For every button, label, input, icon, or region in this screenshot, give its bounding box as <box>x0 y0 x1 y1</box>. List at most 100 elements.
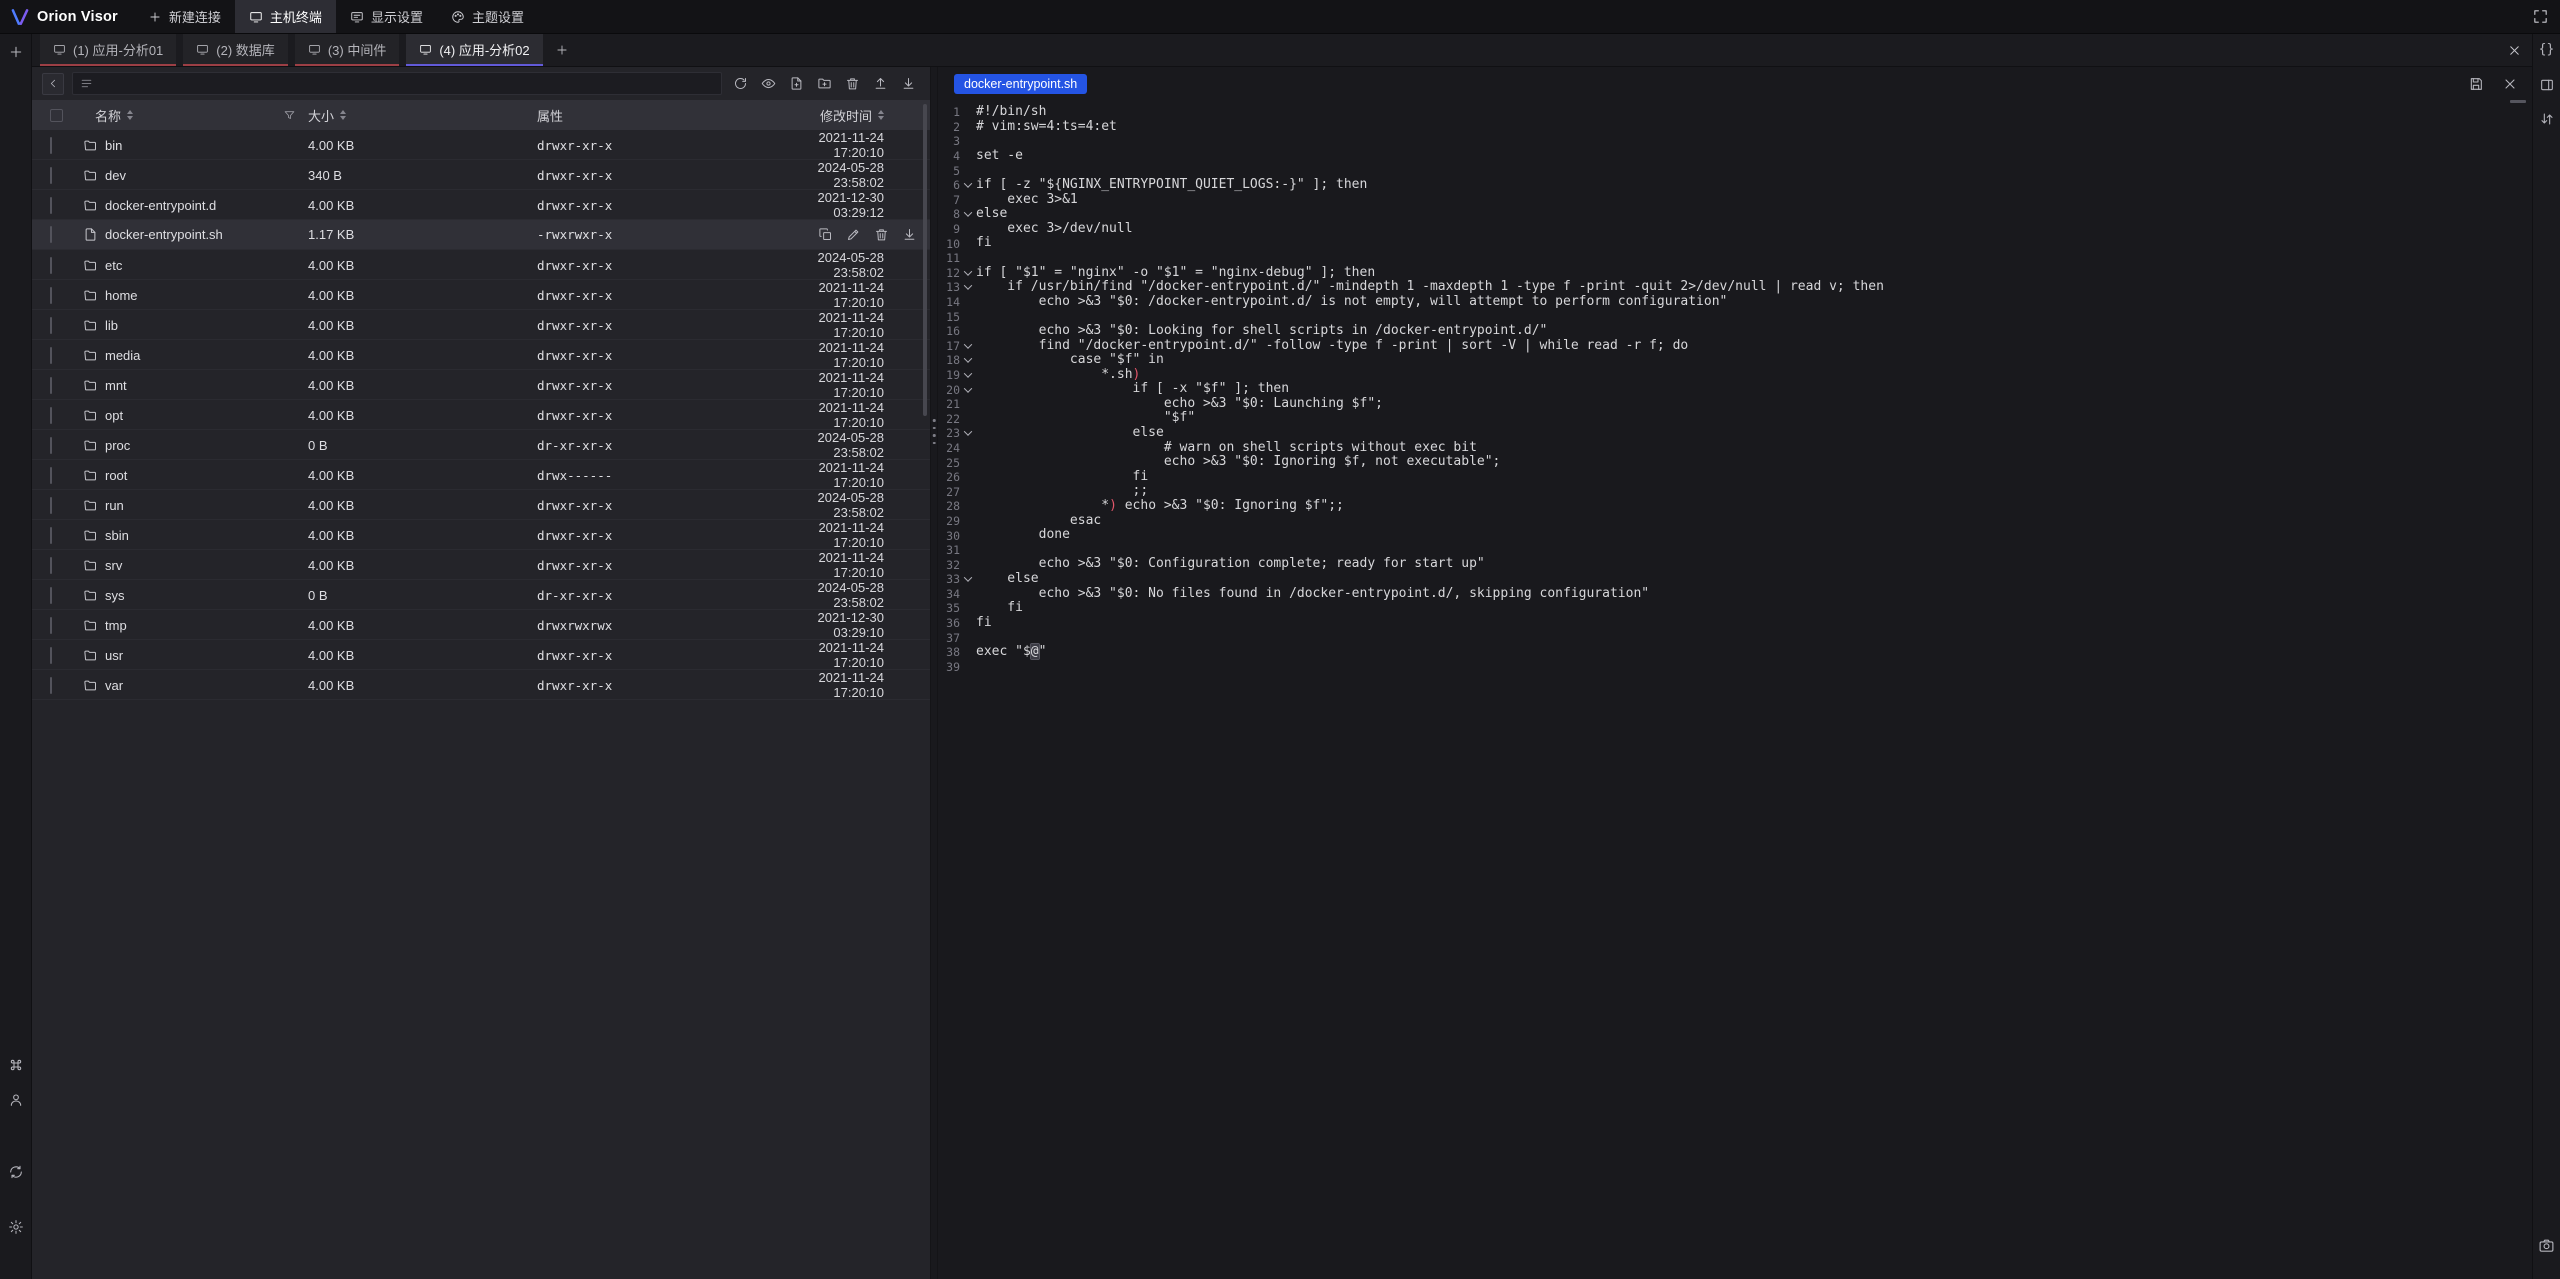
new-terminal-plus-icon[interactable] <box>7 43 25 61</box>
fold-chevron-icon[interactable] <box>960 430 976 436</box>
sort-icon[interactable] <box>340 110 346 120</box>
file-name[interactable]: root <box>105 468 127 483</box>
file-name[interactable]: proc <box>105 438 130 453</box>
table-row[interactable]: sys 0 B dr-xr-xr-x 2024-05-28 23:58:02 <box>32 580 930 610</box>
refresh-icon[interactable] <box>730 74 750 94</box>
file-name[interactable]: bin <box>105 138 122 153</box>
back-button[interactable] <box>42 73 64 95</box>
download-icon[interactable] <box>898 74 918 94</box>
table-row[interactable]: tmp 4.00 KB drwxrwxrwx 2021-12-30 03:29:… <box>32 610 930 640</box>
screenshot-camera-icon[interactable] <box>2538 1236 2556 1254</box>
row-checkbox[interactable] <box>50 167 52 184</box>
row-checkbox[interactable] <box>50 527 52 544</box>
tab-terminal-3[interactable]: (3) 中间件 <box>295 34 400 66</box>
fullscreen-icon[interactable] <box>2532 8 2549 25</box>
file-name[interactable]: sys <box>105 588 125 603</box>
new-folder-icon[interactable] <box>814 74 834 94</box>
file-name[interactable]: media <box>105 348 140 363</box>
table-row[interactable]: etc 4.00 KB drwxr-xr-x 2024-05-28 23:58:… <box>32 250 930 280</box>
panel-layout-icon[interactable] <box>2538 76 2556 94</box>
row-checkbox[interactable] <box>50 317 52 334</box>
table-row[interactable]: var 4.00 KB drwxr-xr-x 2021-11-24 17:20:… <box>32 670 930 700</box>
file-name[interactable]: home <box>105 288 138 303</box>
tab-terminal-1[interactable]: (1) 应用-分析01 <box>40 34 176 66</box>
table-row[interactable]: dev 340 B drwxr-xr-x 2024-05-28 23:58:02 <box>32 160 930 190</box>
row-checkbox[interactable] <box>50 226 52 243</box>
row-checkbox[interactable] <box>50 647 52 664</box>
file-name[interactable]: opt <box>105 408 123 423</box>
fold-chevron-icon[interactable] <box>960 372 976 378</box>
fold-chevron-icon[interactable] <box>960 270 976 276</box>
row-checkbox[interactable] <box>50 467 52 484</box>
file-name[interactable]: dev <box>105 168 126 183</box>
row-checkbox[interactable] <box>50 617 52 634</box>
row-checkbox[interactable] <box>50 347 52 364</box>
save-icon[interactable] <box>2467 75 2485 93</box>
row-checkbox[interactable] <box>50 287 52 304</box>
row-checkbox[interactable] <box>50 677 52 694</box>
row-checkbox[interactable] <box>50 377 52 394</box>
command-icon[interactable] <box>7 1056 25 1074</box>
copy-path-icon[interactable] <box>817 227 833 243</box>
edit-pencil-icon[interactable] <box>845 227 861 243</box>
file-name[interactable]: run <box>105 498 124 513</box>
nav-new-connection[interactable]: 新建连接 <box>134 0 235 33</box>
settings-gear-icon[interactable] <box>7 1218 25 1236</box>
table-row[interactable]: docker-entrypoint.sh 1.17 KB -rwxrwxr-x <box>32 220 930 250</box>
open-file-tag[interactable]: docker-entrypoint.sh <box>954 74 1087 94</box>
file-name[interactable]: docker-entrypoint.d <box>105 198 216 213</box>
column-header-size[interactable]: 大小 <box>308 106 334 125</box>
sort-icon[interactable] <box>878 110 884 120</box>
user-icon[interactable] <box>7 1091 25 1109</box>
file-list-scrollbar[interactable] <box>923 104 927 416</box>
row-checkbox[interactable] <box>50 197 52 214</box>
table-row[interactable]: bin 4.00 KB drwxr-xr-x 2021-11-24 17:20:… <box>32 130 930 160</box>
tab-terminal-4[interactable]: (4) 应用-分析02 <box>406 34 542 66</box>
braces-icon[interactable]: {} <box>2538 40 2556 58</box>
row-checkbox[interactable] <box>50 437 52 454</box>
table-row[interactable]: usr 4.00 KB drwxr-xr-x 2021-11-24 17:20:… <box>32 640 930 670</box>
file-name[interactable]: etc <box>105 258 122 273</box>
table-row[interactable]: home 4.00 KB drwxr-xr-x 2021-11-24 17:20… <box>32 280 930 310</box>
row-checkbox[interactable] <box>50 497 52 514</box>
table-row[interactable]: run 4.00 KB drwxr-xr-x 2024-05-28 23:58:… <box>32 490 930 520</box>
fold-chevron-icon[interactable] <box>960 576 976 582</box>
select-all-checkbox[interactable] <box>50 109 63 122</box>
file-name[interactable]: usr <box>105 648 123 663</box>
file-name[interactable]: sbin <box>105 528 129 543</box>
fold-chevron-icon[interactable] <box>960 211 976 217</box>
filter-funnel-icon[interactable] <box>283 109 296 122</box>
tab-terminal-2[interactable]: (2) 数据库 <box>183 34 288 66</box>
editor-scrollbar-thumb[interactable] <box>2510 100 2526 103</box>
row-checkbox[interactable] <box>50 137 52 154</box>
row-checkbox[interactable] <box>50 587 52 604</box>
fold-chevron-icon[interactable] <box>960 284 976 290</box>
table-row[interactable]: sbin 4.00 KB drwxr-xr-x 2021-11-24 17:20… <box>32 520 930 550</box>
close-panel-icon[interactable] <box>2507 34 2522 67</box>
path-input[interactable] <box>99 77 714 91</box>
new-file-icon[interactable] <box>786 74 806 94</box>
new-tab-plus-icon[interactable] <box>550 38 574 62</box>
nav-display-settings[interactable]: 显示设置 <box>336 0 437 33</box>
table-row[interactable]: docker-entrypoint.d 4.00 KB drwxr-xr-x 2… <box>32 190 930 220</box>
file-name[interactable]: docker-entrypoint.sh <box>105 227 223 242</box>
table-row[interactable]: lib 4.00 KB drwxr-xr-x 2021-11-24 17:20:… <box>32 310 930 340</box>
panel-splitter[interactable] <box>930 67 938 1279</box>
table-row[interactable]: root 4.00 KB drwx------ 2021-11-24 17:20… <box>32 460 930 490</box>
row-checkbox[interactable] <box>50 557 52 574</box>
file-name[interactable]: var <box>105 678 123 693</box>
nav-host-terminal[interactable]: 主机终端 <box>235 0 336 33</box>
table-row[interactable]: srv 4.00 KB drwxr-xr-x 2021-11-24 17:20:… <box>32 550 930 580</box>
delete-trash-icon[interactable] <box>873 227 889 243</box>
file-name[interactable]: lib <box>105 318 118 333</box>
upload-icon[interactable] <box>870 74 890 94</box>
delete-trash-icon[interactable] <box>842 74 862 94</box>
transfer-swap-icon[interactable] <box>2538 110 2556 128</box>
fold-chevron-icon[interactable] <box>960 182 976 188</box>
file-name[interactable]: srv <box>105 558 122 573</box>
close-icon[interactable] <box>2501 75 2519 93</box>
nav-theme-settings[interactable]: 主题设置 <box>437 0 538 33</box>
column-header-attr[interactable]: 属性 <box>537 106 563 125</box>
preview-eye-icon[interactable] <box>758 74 778 94</box>
file-name[interactable]: tmp <box>105 618 127 633</box>
